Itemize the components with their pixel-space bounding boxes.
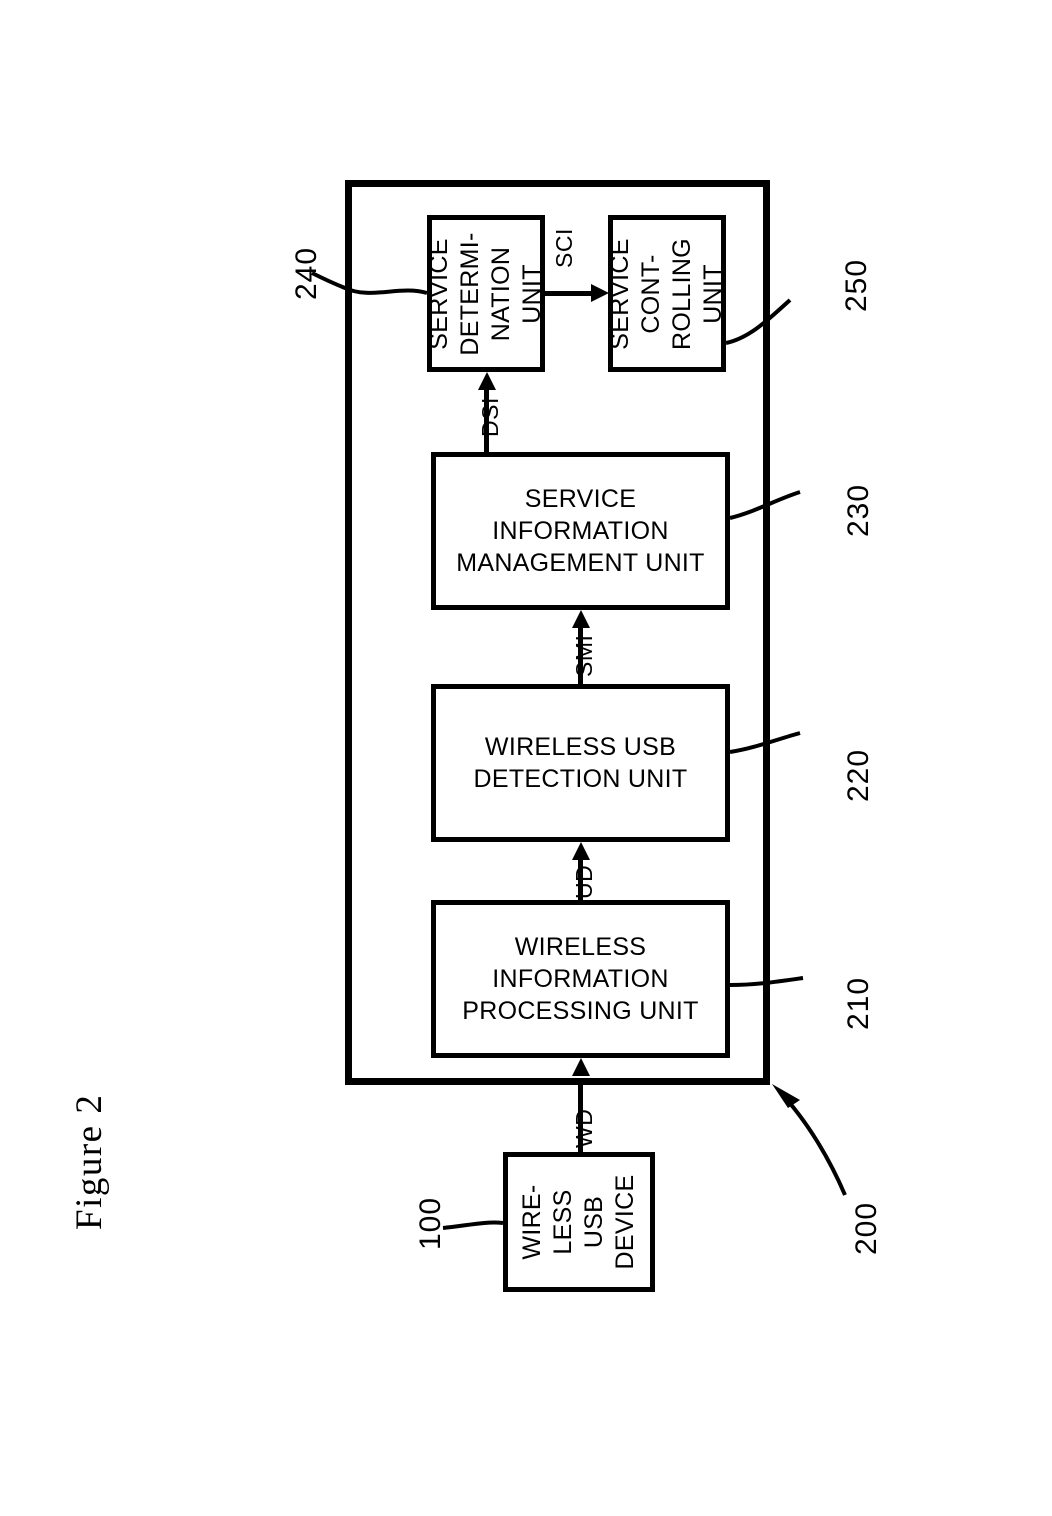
signal-label-sci: SCI xyxy=(551,228,577,268)
block-label-wireless-usb-device: WIRE- LESS USB DEVICE xyxy=(518,1174,639,1270)
block-service-determination-unit: SERVICE DETERMI- NATION UNIT xyxy=(425,215,546,372)
leader-arrowhead-200 xyxy=(772,1084,800,1108)
block-label-service-determination-unit: SERVICE DETERMI- NATION UNIT xyxy=(425,231,546,356)
reference-numeral-240: 240 xyxy=(290,246,323,300)
block-wireless-usb-detection-unit: WIRELESS USB DETECTION UNIT xyxy=(431,684,730,842)
reference-numeral-220: 220 xyxy=(842,748,875,802)
connector-sci-arrowhead xyxy=(591,284,609,302)
patent-figure: Figure 2 SERVICE DETERMI- NATION UNIT SE… xyxy=(0,0,1052,1516)
reference-numeral-210: 210 xyxy=(842,976,875,1030)
block-wireless-information-processing-unit: WIRELESS INFORMATION PROCESSING UNIT xyxy=(431,900,730,1058)
block-label-wireless-information-processing-unit: WIRELESS INFORMATION PROCESSING UNIT xyxy=(462,933,699,1025)
connector-sci-line xyxy=(545,291,592,296)
block-wireless-usb-device: WIRE- LESS USB DEVICE xyxy=(503,1152,655,1292)
reference-numeral-100: 100 xyxy=(414,1196,447,1250)
connector-smi-arrowhead xyxy=(572,610,590,628)
signal-label-smi: SMI xyxy=(571,634,597,677)
connector-ud-arrowhead xyxy=(572,842,590,860)
signal-label-wd: WD xyxy=(571,1108,597,1148)
leader-line-200 xyxy=(778,1090,847,1196)
figure-title: Figure 2 xyxy=(69,1093,110,1230)
reference-numeral-250: 250 xyxy=(840,258,873,312)
block-service-information-management-unit: SERVICE INFORMATION MANAGEMENT UNIT xyxy=(431,452,730,610)
block-label-wireless-usb-detection-unit: WIRELESS USB DETECTION UNIT xyxy=(473,733,688,793)
block-label-service-information-management-unit: SERVICE INFORMATION MANAGEMENT UNIT xyxy=(456,485,705,577)
connector-dsi-arrowhead xyxy=(478,372,496,390)
leader-line-100 xyxy=(442,1220,504,1230)
reference-numeral-230: 230 xyxy=(842,483,875,537)
signal-label-dsi: DSI xyxy=(477,397,503,437)
block-label-service-controlling-unit: SERVICE CONT- ROLLING UNIT xyxy=(606,237,727,350)
reference-numeral-200: 200 xyxy=(850,1201,883,1255)
block-service-controlling-unit: SERVICE CONT- ROLLING UNIT xyxy=(606,215,727,372)
connector-wd-arrowhead xyxy=(572,1058,590,1076)
signal-label-ud: UD xyxy=(571,864,597,899)
